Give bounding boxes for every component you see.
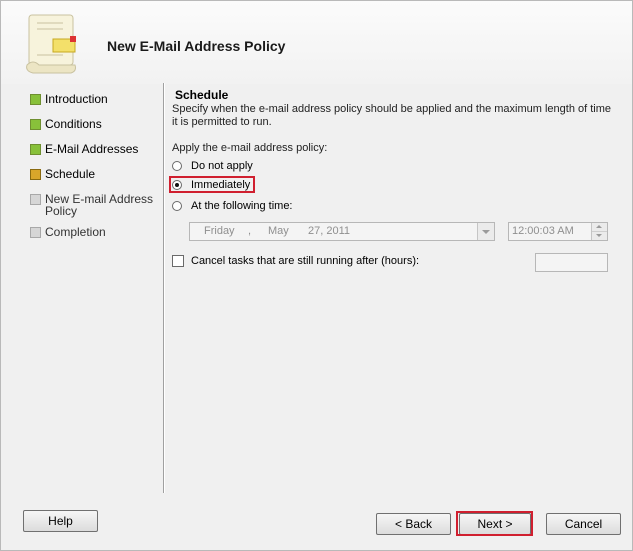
step-conditions[interactable]: Conditions (30, 118, 160, 134)
radio-do-not-apply[interactable]: Do not apply (172, 158, 253, 174)
step-label: New E-mail Address Policy (45, 192, 154, 218)
time-spinner[interactable] (591, 223, 607, 240)
step-label: Introduction (45, 92, 108, 106)
radio-button[interactable] (172, 201, 182, 211)
step-completion: Completion (30, 226, 160, 242)
radio-label: At the following time: (191, 200, 293, 212)
date-separator: , (248, 225, 252, 237)
step-label: E-Mail Addresses (45, 142, 139, 156)
cancel-tasks-row[interactable]: Cancel tasks that are still running afte… (172, 255, 419, 267)
cancel-button[interactable]: Cancel (546, 513, 621, 535)
date-weekday: Friday (204, 225, 235, 237)
radio-button[interactable] (172, 161, 182, 171)
spin-down-icon[interactable] (592, 232, 607, 240)
step-complete-icon (30, 144, 41, 155)
hours-input[interactable] (535, 253, 608, 272)
time-picker[interactable]: 12:00:03 AM (508, 222, 608, 241)
scroll-document-icon (26, 14, 76, 74)
back-button[interactable]: < Back (376, 513, 451, 535)
radio-at-following-time[interactable]: At the following time: (172, 198, 293, 214)
date-day-year: 27, 2011 (308, 225, 351, 237)
next-highlight-box (456, 511, 533, 536)
step-new-email-address-policy: New E-mail Address Policy (30, 193, 160, 217)
section-title: Schedule (175, 88, 229, 102)
section-description: Specify when the e-mail address policy s… (172, 103, 612, 128)
nav-divider (163, 83, 165, 493)
cancel-tasks-label: Cancel tasks that are still running afte… (191, 255, 420, 267)
step-label: Schedule (45, 167, 96, 181)
date-month: May (268, 225, 289, 237)
step-email-addresses[interactable]: E-Mail Addresses (30, 143, 160, 159)
date-picker[interactable]: Friday , May 27, 2011 (189, 222, 495, 241)
step-label: Completion (45, 225, 106, 239)
step-introduction[interactable]: Introduction (30, 93, 160, 109)
wizard-header: New E-Mail Address Policy (1, 1, 632, 84)
help-button[interactable]: Help (23, 510, 98, 532)
step-label: Conditions (45, 117, 102, 131)
immediately-highlight-box (169, 176, 255, 193)
step-schedule[interactable]: Schedule (30, 168, 160, 184)
step-pending-icon (30, 194, 41, 205)
cancel-tasks-checkbox[interactable] (172, 255, 184, 267)
wizard-title: New E-Mail Address Policy (107, 38, 286, 54)
time-value: 12:00:03 AM (512, 225, 574, 237)
apply-label: Apply the e-mail address policy: (172, 142, 328, 154)
step-complete-icon (30, 94, 41, 105)
radio-label: Do not apply (191, 160, 253, 172)
chevron-down-icon[interactable] (477, 223, 494, 240)
wizard-steps-nav: Introduction Conditions E-Mail Addresses… (30, 93, 160, 251)
step-pending-icon (30, 227, 41, 238)
step-complete-icon (30, 119, 41, 130)
spin-up-icon[interactable] (592, 223, 607, 232)
step-current-icon (30, 169, 41, 180)
